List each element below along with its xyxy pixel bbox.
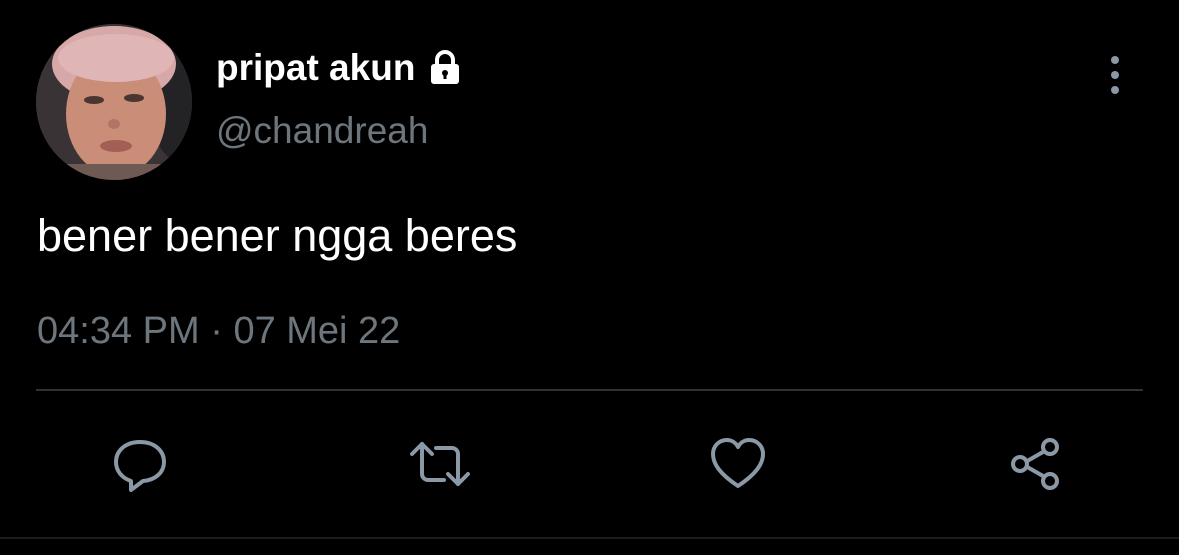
share-icon: [1011, 438, 1059, 490]
bottom-divider: [0, 537, 1179, 539]
like-icon: [711, 438, 765, 488]
retweet-button[interactable]: [408, 432, 472, 496]
tweet-text: bener bener ngga beres: [37, 210, 518, 261]
share-button[interactable]: [1004, 432, 1068, 496]
like-button[interactable]: [706, 432, 770, 496]
display-name[interactable]: pripat akun: [216, 47, 415, 89]
tweet-date: 07 Mei 22: [233, 310, 401, 352]
retweet-icon: [410, 442, 470, 486]
tweet-time: 04:34 PM: [37, 310, 200, 352]
tweet-card: pripat akun @chandreah bener bener ngga …: [0, 0, 1179, 555]
more-vertical-icon[interactable]: [1098, 52, 1132, 98]
tweet-timestamp: 04:34 PM · 07 Mei 22: [37, 310, 400, 353]
display-name-row: pripat akun: [216, 44, 465, 92]
divider: [36, 389, 1143, 391]
reply-icon: [114, 440, 166, 492]
timestamp-separator: ·: [210, 310, 223, 352]
avatar-image: [36, 24, 192, 180]
reply-button[interactable]: [108, 432, 172, 496]
lock-icon: [425, 48, 465, 88]
user-handle[interactable]: @chandreah: [216, 110, 428, 152]
avatar[interactable]: [36, 24, 192, 180]
